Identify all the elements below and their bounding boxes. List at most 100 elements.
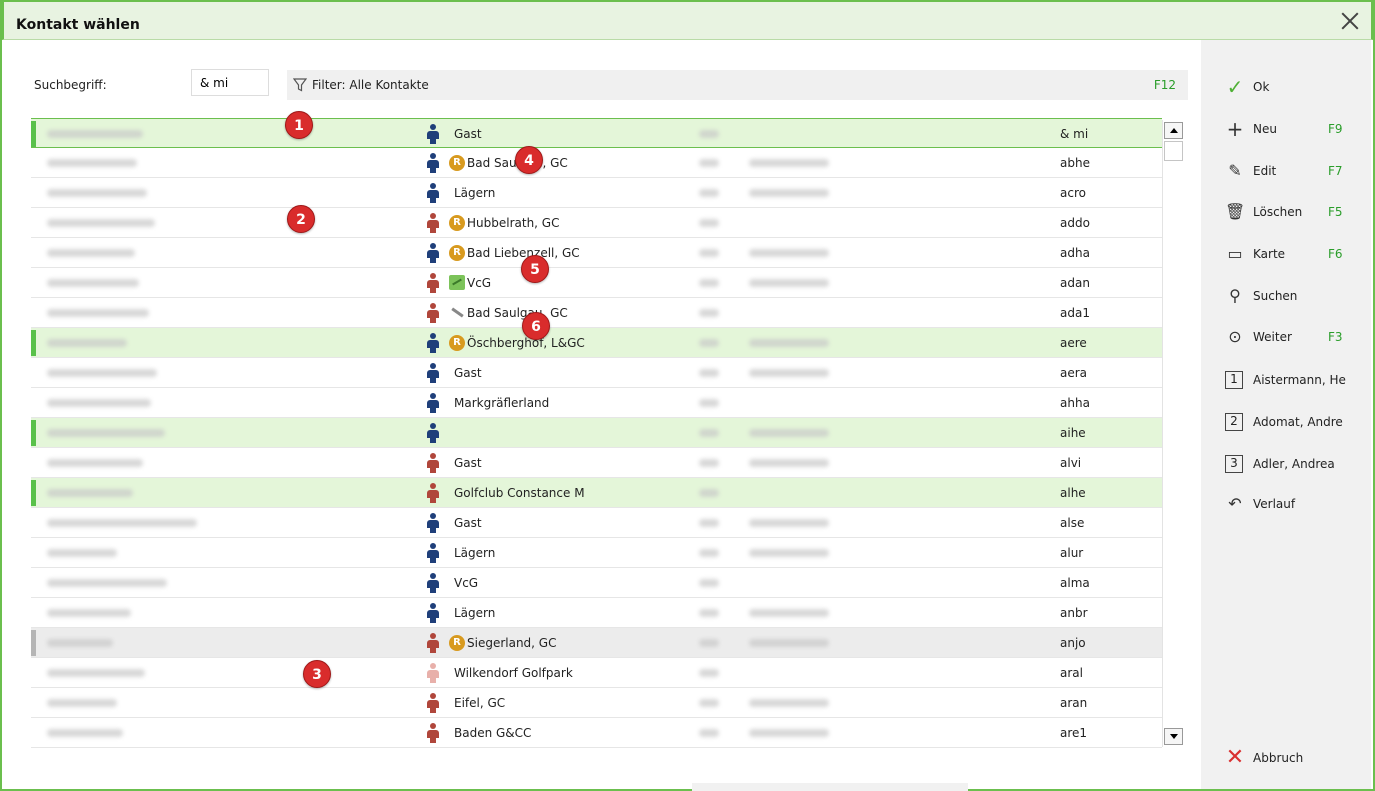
code-cell: ada1 bbox=[1060, 306, 1090, 320]
female-person-icon bbox=[427, 273, 439, 293]
delete-button[interactable]: 🗑 Löschen F5 bbox=[1201, 195, 1371, 229]
recent-number-2: 2 bbox=[1225, 413, 1243, 431]
table-row[interactable]: Markgräflerland ahha bbox=[31, 388, 1162, 418]
new-button[interactable]: + Neu F9 bbox=[1201, 112, 1371, 146]
edit-label: Edit bbox=[1253, 164, 1277, 178]
table-row[interactable]: R Hubbelrath, GC addo bbox=[31, 208, 1162, 238]
action-sidebar: ✓ Ok + Neu F9 ✎ Edit F7 🗑 Löschen F5 ▭ K… bbox=[1201, 40, 1371, 789]
code-cell: adan bbox=[1060, 276, 1090, 290]
code-cell: anjo bbox=[1060, 636, 1086, 650]
blurred-name bbox=[47, 459, 143, 467]
recent-contact-2[interactable]: 2 Adomat, Andre bbox=[1201, 405, 1371, 439]
code-cell: aere bbox=[1060, 336, 1087, 350]
blurred-zip bbox=[699, 579, 719, 587]
recent-label-2: Adomat, Andre bbox=[1253, 415, 1343, 429]
blurred-name bbox=[47, 639, 113, 647]
filter-bar[interactable]: Filter: Alle Kontakte F12 bbox=[287, 70, 1188, 100]
male-person-icon bbox=[427, 124, 439, 144]
next-icon: ⊙ bbox=[1228, 327, 1242, 346]
scrollbar[interactable] bbox=[1162, 120, 1184, 747]
blurred-name bbox=[47, 309, 149, 317]
blurred-name bbox=[47, 609, 131, 617]
blurred-zip bbox=[699, 609, 719, 617]
table-row[interactable]: Bad Saulgau, GC ada1 bbox=[31, 298, 1162, 328]
table-row[interactable]: Baden G&CC are1 bbox=[31, 718, 1162, 748]
table-row[interactable]: RBad Saulgau, GCabhe bbox=[31, 148, 1162, 178]
club-cell: Bad Liebenzell, GC bbox=[467, 246, 580, 260]
scroll-up-button[interactable] bbox=[1164, 122, 1183, 139]
search-button-label: Suchen bbox=[1253, 289, 1298, 303]
history-button[interactable]: ↶ Verlauf bbox=[1201, 487, 1371, 521]
table-row[interactable]: R Bad Liebenzell, GC adha bbox=[31, 238, 1162, 268]
male-person-icon bbox=[427, 153, 439, 173]
recent-number-1: 1 bbox=[1225, 371, 1243, 389]
blurred-name bbox=[47, 699, 117, 707]
card-shortcut: F6 bbox=[1328, 247, 1343, 261]
blurred-city bbox=[749, 729, 829, 737]
table-row[interactable]: R Öschberghof, L&GC aere bbox=[31, 328, 1162, 358]
male-person-icon bbox=[427, 573, 439, 593]
club-cell: VcG bbox=[467, 276, 492, 290]
code-cell: & mi bbox=[1060, 127, 1089, 141]
blurred-zip bbox=[699, 339, 719, 347]
search-input[interactable] bbox=[191, 69, 269, 96]
male-person-icon bbox=[427, 393, 439, 413]
table-row[interactable]: Lägern anbr bbox=[31, 598, 1162, 628]
table-row[interactable]: Gast aera bbox=[31, 358, 1162, 388]
table-row[interactable]: R Siegerland, GC anjo bbox=[31, 628, 1162, 658]
next-button[interactable]: ⊙ Weiter F3 bbox=[1201, 320, 1371, 354]
blurred-name bbox=[47, 669, 145, 677]
table-row[interactable]: Gast & mi bbox=[31, 118, 1162, 148]
blurred-city bbox=[749, 519, 829, 527]
cross-icon: ✕ bbox=[1225, 745, 1245, 770]
r-badge-icon: R bbox=[449, 215, 465, 231]
search-label: Suchbegriff: bbox=[34, 78, 107, 92]
blurred-city bbox=[749, 429, 829, 437]
table-row[interactable]: Lägern alur bbox=[31, 538, 1162, 568]
blurred-city bbox=[749, 159, 829, 167]
golf-course-icon bbox=[449, 275, 465, 290]
table-row[interactable]: VcG alma bbox=[31, 568, 1162, 598]
bottom-strip bbox=[692, 783, 968, 791]
filter-label: Filter: Alle Kontakte bbox=[312, 78, 429, 92]
table-row[interactable]: aihe bbox=[31, 418, 1162, 448]
table-row[interactable]: VcG adan bbox=[31, 268, 1162, 298]
undo-icon: ↶ bbox=[1228, 494, 1242, 513]
ok-button[interactable]: ✓ Ok bbox=[1201, 70, 1371, 104]
blurred-city bbox=[749, 459, 829, 467]
blurred-city bbox=[749, 699, 829, 707]
club-cell: Lägern bbox=[454, 546, 496, 560]
code-cell: alhe bbox=[1060, 486, 1086, 500]
blurred-city bbox=[749, 369, 829, 377]
delete-shortcut: F5 bbox=[1328, 205, 1343, 219]
table-row[interactable]: Golfclub Constance M alhe bbox=[31, 478, 1162, 508]
close-icon[interactable] bbox=[1337, 8, 1363, 34]
table-row[interactable]: Wilkendorf Golfpark aral bbox=[31, 658, 1162, 688]
code-cell: abhe bbox=[1060, 156, 1090, 170]
club-cell: Wilkendorf Golfpark bbox=[454, 666, 573, 680]
recent-contact-1[interactable]: 1 Aistermann, He bbox=[1201, 363, 1371, 397]
blurred-name bbox=[47, 519, 197, 527]
male-person-icon bbox=[427, 183, 439, 203]
search-button[interactable]: ⚲ Suchen bbox=[1201, 279, 1371, 313]
card-button[interactable]: ▭ Karte F6 bbox=[1201, 237, 1371, 271]
scroll-thumb[interactable] bbox=[1164, 141, 1183, 161]
table-row[interactable]: Lägern acro bbox=[31, 178, 1162, 208]
edit-button[interactable]: ✎ Edit F7 bbox=[1201, 154, 1371, 188]
scroll-down-button[interactable] bbox=[1164, 728, 1183, 745]
female-person-icon bbox=[427, 453, 439, 473]
blurred-city bbox=[749, 609, 829, 617]
table-row[interactable]: Eifel, GC aran bbox=[31, 688, 1162, 718]
pencil-badge-icon bbox=[449, 305, 465, 320]
blurred-name bbox=[47, 249, 135, 257]
title-bar: Kontakt wählen bbox=[2, 0, 1373, 40]
code-cell: anbr bbox=[1060, 606, 1088, 620]
blurred-name bbox=[47, 279, 139, 287]
blurred-zip bbox=[699, 159, 719, 167]
contact-list[interactable]: Gast& miRBad Saulgau, GCabheLägernacroRH… bbox=[31, 118, 1162, 748]
male-person-icon bbox=[427, 603, 439, 623]
recent-contact-3[interactable]: 3 Adler, Andrea bbox=[1201, 447, 1371, 481]
table-row[interactable]: Gast alse bbox=[31, 508, 1162, 538]
cancel-button[interactable]: ✕ Abbruch bbox=[1201, 741, 1371, 775]
table-row[interactable]: Gast alvi bbox=[31, 448, 1162, 478]
